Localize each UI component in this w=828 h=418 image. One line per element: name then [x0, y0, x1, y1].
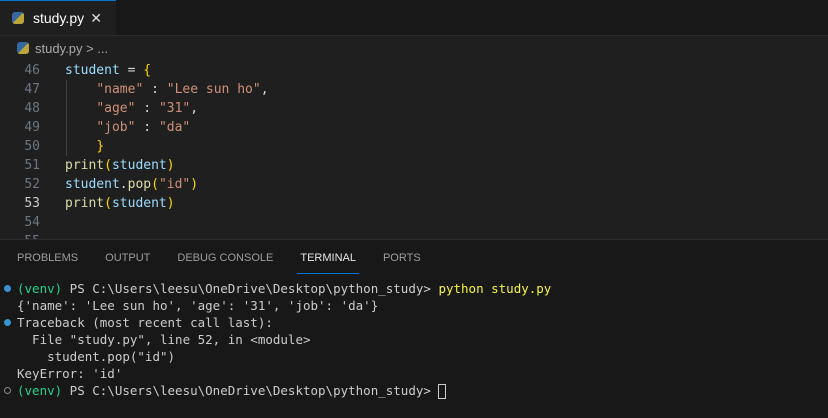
- code-token: student: [111, 158, 167, 173]
- tab-bar: study.py ✕: [0, 0, 828, 36]
- line-number: 48: [24, 101, 40, 116]
- tab-ports[interactable]: PORTS: [383, 252, 421, 274]
- code-token: ): [190, 177, 199, 192]
- bottom-panel: PROBLEMS OUTPUT DEBUG CONSOLE TERMINAL PORTS…: [0, 239, 828, 418]
- command-success-icon: [4, 285, 11, 292]
- prompt: PS C:\Users\leesu\OneDrive\Desktop\pytho…: [62, 281, 439, 296]
- breadcrumb-separator: >: [82, 40, 98, 56]
- line-number: 55: [0, 232, 40, 239]
- code-token: "age": [96, 101, 136, 116]
- close-icon[interactable]: ✕: [90, 10, 102, 27]
- code-token: :: [135, 120, 159, 135]
- tab-terminal[interactable]: TERMINAL: [297, 252, 359, 274]
- terminal-line: Traceback (most recent call last):: [0, 314, 551, 331]
- venv-label: (venv): [17, 383, 63, 398]
- line-number: 52: [24, 177, 40, 192]
- code-token: ): [166, 158, 175, 173]
- terminal-line: (venv) PS C:\Users\leesu\OneDrive\Deskto…: [0, 382, 551, 399]
- terminal[interactable]: (venv) PS C:\Users\leesu\OneDrive\Deskto…: [0, 280, 551, 399]
- code-token: (: [104, 196, 112, 211]
- python-file-icon: [12, 12, 24, 24]
- code-token: "da": [158, 120, 191, 135]
- terminal-line: {'name': 'Lee sun ho', 'age': '31', 'job…: [17, 298, 379, 313]
- line-number: 50: [24, 139, 40, 154]
- code-line[interactable]: 48 "age" : "31",: [0, 99, 828, 118]
- command-pending-icon: [4, 387, 11, 394]
- code-token: "id": [158, 177, 191, 192]
- line-number: 47: [24, 82, 40, 97]
- code-line[interactable]: 52 student.pop("id"): [0, 175, 828, 194]
- code-text: print(student): [65, 194, 175, 213]
- indent-guide: [66, 80, 67, 156]
- code-line[interactable]: 47 "name" : "Lee sun ho",: [0, 80, 828, 99]
- python-file-icon: [17, 42, 29, 54]
- tab-study-py[interactable]: study.py ✕: [0, 0, 116, 35]
- breadcrumb-file[interactable]: study.py: [35, 41, 82, 56]
- code-editor[interactable]: 46 student = {47 "name" : "Lee sun ho", 48…: [0, 61, 828, 239]
- code-line[interactable]: 49 "job" : "da": [0, 118, 828, 137]
- code-text: "name" : "Lee sun ho",: [65, 80, 269, 99]
- code-line[interactable]: 54: [0, 213, 828, 232]
- line-number: 46: [24, 63, 40, 78]
- code-token: print: [65, 196, 105, 211]
- code-line[interactable]: 55: [0, 232, 828, 239]
- line-number: 54: [24, 215, 40, 230]
- code-line[interactable]: 46 student = {: [0, 61, 828, 80]
- code-token: ,: [260, 82, 269, 97]
- code-token: "name": [96, 82, 144, 97]
- line-number: 51: [24, 158, 40, 173]
- code-text: print(student): [65, 156, 175, 175]
- code-token: "Lee sun ho": [166, 82, 261, 97]
- terminal-cursor: [438, 384, 447, 399]
- line-number: 53: [24, 196, 40, 211]
- code-token: "31": [158, 101, 191, 116]
- code-line[interactable]: 51 print(student): [0, 156, 828, 175]
- code-token: :: [143, 82, 167, 97]
- tab-debug-console[interactable]: DEBUG CONSOLE: [177, 252, 273, 274]
- prompt: PS C:\Users\leesu\OneDrive\Desktop\pytho…: [62, 383, 439, 398]
- code-token: student: [111, 196, 167, 211]
- line-number: 49: [24, 120, 40, 135]
- terminal-line: File "study.py", line 52, in <module>: [17, 332, 311, 347]
- code-token: student: [65, 177, 120, 192]
- code-token: "job": [96, 120, 136, 135]
- terminal-line: (venv) PS C:\Users\leesu\OneDrive\Deskto…: [0, 280, 551, 297]
- code-text: "age" : "31",: [65, 99, 198, 118]
- code-token: }: [96, 139, 105, 154]
- traceback-text: Traceback (most recent call last):: [17, 315, 273, 330]
- code-token: student: [65, 63, 120, 78]
- code-token: ): [166, 196, 175, 211]
- code-line[interactable]: 53 print(student): [0, 194, 828, 213]
- code-text: student = {: [65, 61, 151, 80]
- code-token: (: [151, 177, 159, 192]
- code-text: }: [65, 137, 104, 156]
- terminal-line: KeyError: 'id': [17, 366, 123, 381]
- code-token: pop: [127, 177, 152, 192]
- code-token: =: [119, 63, 144, 78]
- venv-label: (venv): [17, 281, 63, 296]
- code-token: .: [119, 177, 128, 192]
- code-text: student.pop("id"): [65, 175, 198, 194]
- breadcrumb-more[interactable]: ...: [97, 41, 108, 56]
- code-text: "job" : "da": [65, 118, 190, 137]
- command: python study.py: [438, 281, 552, 296]
- command-error-icon: [4, 319, 11, 326]
- tab-output[interactable]: OUTPUT: [105, 252, 150, 274]
- code-token: {: [143, 63, 152, 78]
- panel-tabs: PROBLEMS OUTPUT DEBUG CONSOLE TERMINAL PORTS: [17, 252, 448, 274]
- code-token: :: [135, 101, 159, 116]
- code-token: ,: [190, 101, 199, 116]
- tab-label: study.py: [33, 10, 85, 26]
- code-token: (: [104, 158, 112, 173]
- breadcrumb: study.py > ...: [17, 38, 108, 58]
- code-line[interactable]: 50 }: [0, 137, 828, 156]
- tab-problems[interactable]: PROBLEMS: [17, 252, 78, 274]
- terminal-line: student.pop("id"): [17, 349, 176, 364]
- code-token: print: [65, 158, 105, 173]
